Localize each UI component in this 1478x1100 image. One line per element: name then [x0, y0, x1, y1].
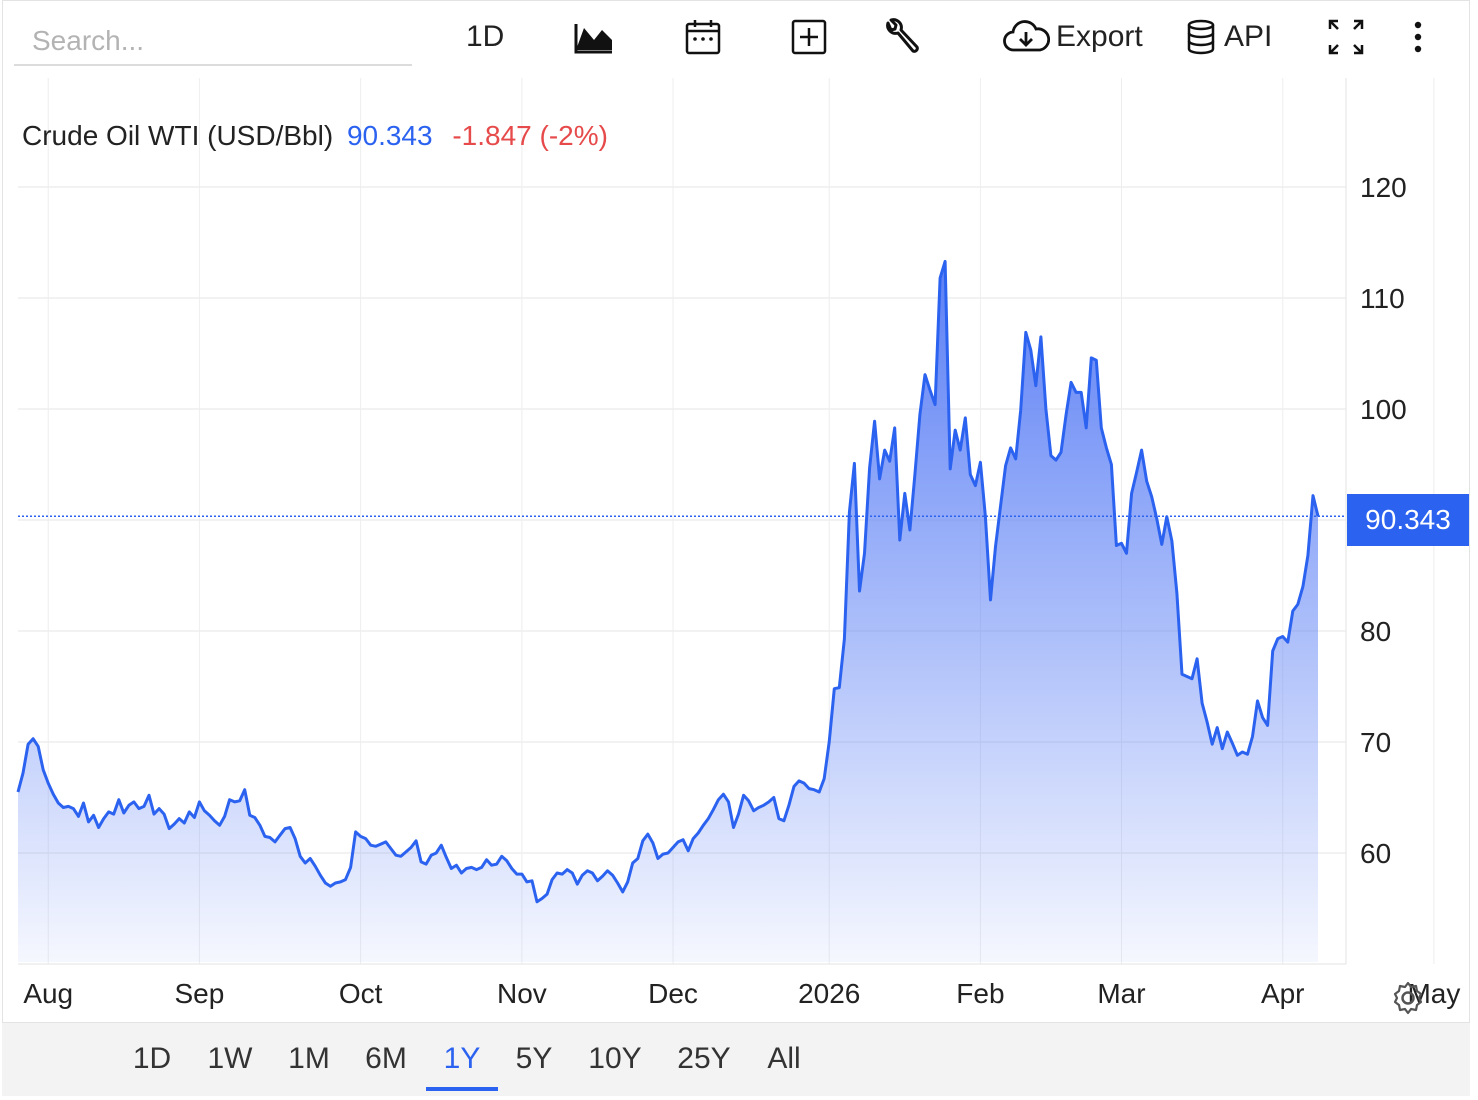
- legend-last-value: 90.343: [346, 120, 433, 151]
- range-25y[interactable]: 25Y: [677, 1042, 730, 1076]
- range-1m[interactable]: 1M: [288, 1042, 330, 1076]
- range-6m[interactable]: 6M: [365, 1042, 407, 1076]
- x-tick-label: Feb: [956, 978, 1004, 1009]
- y-tick-label: 70: [1360, 727, 1391, 758]
- y-tick-label: 80: [1360, 616, 1391, 647]
- range-all[interactable]: All: [767, 1042, 800, 1076]
- y-tick-label: 110: [1360, 283, 1405, 314]
- y-tick-label: 120: [1360, 172, 1407, 203]
- range-1d[interactable]: 1D: [133, 1042, 171, 1076]
- x-tick-label: Sep: [174, 978, 224, 1009]
- chart-legend: Crude Oil WTI (USD/Bbl) 90.343 -1.847 (-…: [22, 120, 608, 152]
- x-tick-label: Mar: [1097, 978, 1145, 1009]
- x-tick-label: Oct: [339, 978, 383, 1009]
- x-tick-label: Nov: [497, 978, 547, 1009]
- active-range-underline: [426, 1087, 498, 1091]
- x-axis: AugSepOctNovDec2026FebMarAprMayJunJul: [23, 978, 1460, 1009]
- x-tick-label: Aug: [23, 978, 73, 1009]
- x-tick-label: Apr: [1261, 978, 1305, 1009]
- last-price-tag: 90.343: [1347, 494, 1469, 546]
- y-tick-label: 100: [1360, 394, 1407, 425]
- series-area: [18, 261, 1318, 962]
- legend-series-name: Crude Oil WTI (USD/Bbl): [22, 120, 334, 151]
- range-10y[interactable]: 10Y: [588, 1042, 641, 1076]
- range-5y[interactable]: 5Y: [516, 1042, 553, 1076]
- price-chart[interactable]: 60 70 80 100 110 120 Aug Sep Oct Nov Dec 2026 Feb Ma…: [0, 0, 1478, 1022]
- x-tick-label: 2026: [798, 978, 860, 1009]
- legend-change: -1.847 (-2%): [452, 120, 608, 151]
- range-1w[interactable]: 1W: [208, 1042, 253, 1076]
- gear-icon[interactable]: [1390, 980, 1426, 1016]
- range-1y[interactable]: 1Y: [444, 1042, 481, 1076]
- y-tick-label: 60: [1360, 838, 1391, 869]
- x-tick-label: Dec: [648, 978, 698, 1009]
